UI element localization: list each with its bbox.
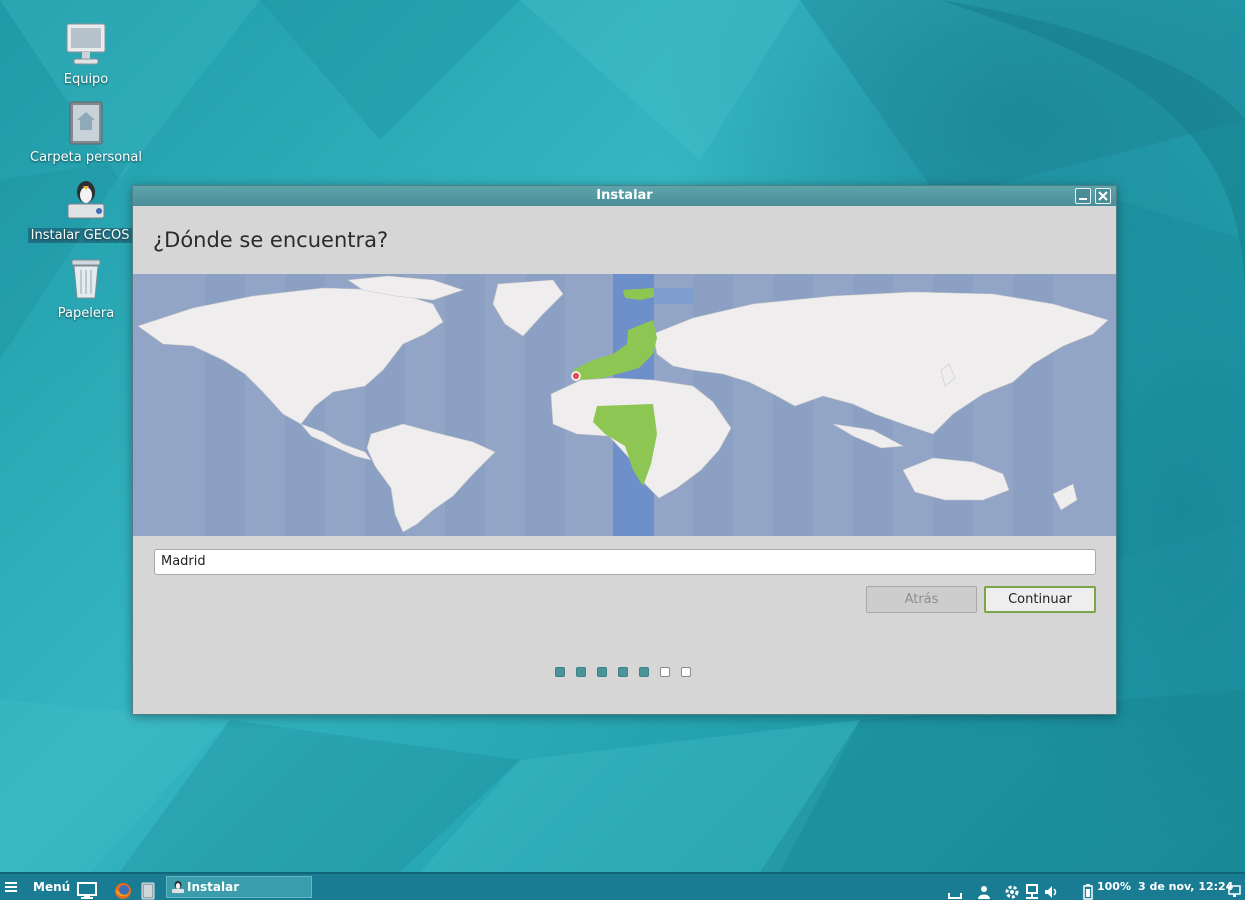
progress-step-done bbox=[555, 667, 565, 677]
location-marker bbox=[571, 371, 581, 381]
desktop-icon-trash[interactable]: Papelera bbox=[26, 256, 146, 321]
display-icon[interactable] bbox=[1228, 879, 1244, 900]
world-map bbox=[137, 274, 1109, 536]
clock[interactable]: 3 de nov, 12:24 bbox=[1138, 880, 1233, 900]
desktop-icon-home-folder[interactable]: Carpeta personal bbox=[26, 100, 146, 165]
window-title: Instalar bbox=[596, 188, 653, 203]
show-desktop-icon[interactable] bbox=[76, 878, 98, 900]
progress-step-pending bbox=[660, 667, 670, 677]
taskbar-task-installer[interactable]: Instalar bbox=[166, 876, 312, 898]
battery-level: 100% bbox=[1097, 880, 1131, 893]
progress-step-done bbox=[597, 667, 607, 677]
settings-icon[interactable] bbox=[1004, 879, 1020, 900]
desktop-icon-label: Equipo bbox=[63, 72, 109, 87]
close-icon bbox=[1098, 191, 1108, 201]
battery-icon[interactable] bbox=[1082, 879, 1094, 900]
desktop-icon-installer[interactable]: Instalar GECOS v bbox=[26, 178, 146, 243]
back-button[interactable]: Atrás bbox=[866, 586, 977, 613]
computer-icon bbox=[66, 23, 106, 65]
network-icon[interactable] bbox=[1024, 879, 1040, 900]
keyboard-icon[interactable] bbox=[947, 880, 963, 900]
desktop-icon-label: Carpeta personal bbox=[30, 150, 142, 165]
installer-icon bbox=[172, 881, 184, 893]
window-titlebar[interactable]: Instalar bbox=[133, 186, 1116, 206]
close-button[interactable] bbox=[1095, 188, 1111, 204]
location-input[interactable]: Madrid bbox=[154, 549, 1096, 575]
minimize-icon bbox=[1079, 198, 1087, 200]
menu-icon[interactable] bbox=[4, 880, 18, 894]
desktop-icon-computer[interactable]: Equipo bbox=[26, 22, 146, 87]
file-manager-icon[interactable] bbox=[140, 878, 156, 900]
installer-window: Instalar ¿Dónde se encuentra? Madrid Atr… bbox=[132, 185, 1117, 715]
progress-step-done bbox=[639, 667, 649, 677]
desktop-icon-label: Instalar GECOS v bbox=[27, 228, 145, 243]
page-title: ¿Dónde se encuentra? bbox=[153, 228, 389, 252]
user-icon[interactable] bbox=[976, 879, 992, 900]
menu-button[interactable]: Menú bbox=[33, 880, 70, 900]
desktop-icon-label: Papelera bbox=[57, 306, 115, 321]
volume-icon[interactable] bbox=[1043, 879, 1059, 900]
continue-button[interactable]: Continuar bbox=[984, 586, 1096, 613]
progress-step-done bbox=[618, 667, 628, 677]
taskbar-task-label: Instalar bbox=[187, 880, 240, 894]
progress-step-done bbox=[576, 667, 586, 677]
installer-icon bbox=[67, 181, 105, 219]
trash-icon bbox=[71, 259, 101, 299]
taskbar: Menú Instalar 100% 3 de nov, 12:24 bbox=[0, 872, 1245, 900]
progress-step-pending bbox=[681, 667, 691, 677]
timezone-map[interactable] bbox=[133, 274, 1116, 536]
firefox-icon[interactable] bbox=[114, 878, 132, 900]
minimize-button[interactable] bbox=[1075, 188, 1091, 204]
home-folder-icon bbox=[69, 101, 103, 145]
desktop-background: Equipo Carpeta personal Instalar GECOS v… bbox=[0, 0, 1245, 872]
